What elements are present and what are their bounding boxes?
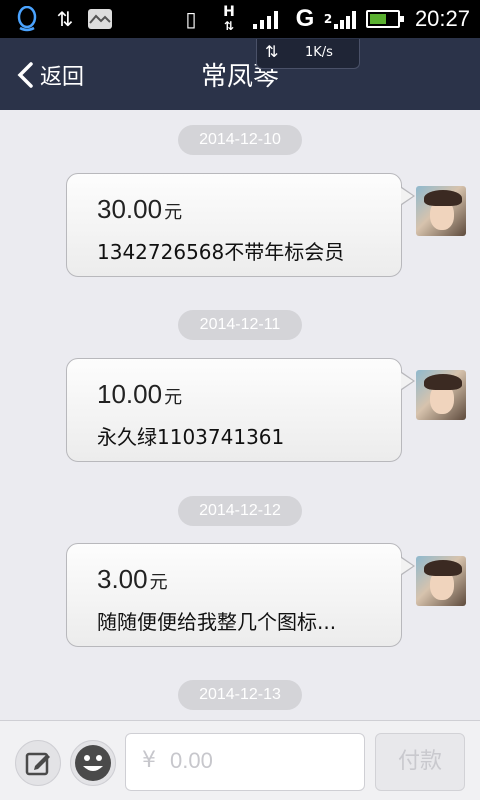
yen-icon: ¥ <box>142 748 156 773</box>
page-title: 常凤琴 <box>200 62 279 92</box>
network-speed-indicator: ⇅ 1K/s <box>256 39 360 69</box>
sim2-label: 2 <box>323 12 333 26</box>
avatar[interactable] <box>416 186 466 236</box>
date-separator: 2014-12-12 <box>178 496 302 526</box>
network-g-label: G <box>295 5 315 32</box>
payment-message-bubble[interactable]: 10.00 元 永久绿1103741361 <box>66 358 415 462</box>
payment-message-bubble[interactable]: 3.00 元 随随便便给我整几个图标... <box>66 543 415 647</box>
avatar[interactable] <box>416 370 466 420</box>
smiley-icon <box>75 745 111 781</box>
amount-value: 10.00 <box>97 379 163 409</box>
edit-note-button[interactable] <box>15 740 61 786</box>
image-notification-icon <box>86 6 114 32</box>
avatar[interactable] <box>416 556 466 606</box>
amount-placeholder: 0.00 <box>170 748 213 773</box>
amount-unit: 元 <box>164 202 183 222</box>
signal-strength-icon <box>250 6 284 32</box>
amount-unit: 元 <box>164 387 183 407</box>
payment-note: 随随便便给我整几个图标... <box>97 610 337 634</box>
speed-arrows-icon: ⇅ <box>265 42 279 61</box>
clock: 20:27 <box>414 6 470 31</box>
amount-value: 30.00 <box>97 194 163 224</box>
amount-value: 3.00 <box>97 564 148 594</box>
network-g-icon: G <box>292 5 318 32</box>
qq-penguin-icon <box>12 6 42 32</box>
title-bar: 返回 常凤琴 <box>0 38 480 110</box>
emoji-button[interactable] <box>70 740 116 786</box>
payment-amount: 30.00 元 <box>97 194 182 225</box>
payment-amount: 10.00 元 <box>97 379 182 410</box>
vibrate-icon: ▯ <box>185 7 197 31</box>
amount-unit: 元 <box>149 572 168 592</box>
payment-note: 永久绿1103741361 <box>97 425 285 449</box>
payment-input-bar: ¥ 0.00 付款 <box>0 720 480 800</box>
network-speed-text: 1K/s <box>305 45 333 60</box>
status-bar: ⇅ ▯ H ⇅ G 2 20:27 <box>0 0 480 38</box>
payment-amount: 3.00 元 <box>97 564 168 595</box>
network-h-icon: H ⇅ <box>223 4 235 33</box>
date-separator: 2014-12-10 <box>178 125 302 155</box>
battery-icon <box>366 10 404 28</box>
signal-strength-2-icon: 2 <box>322 6 362 32</box>
pay-button[interactable]: 付款 <box>375 733 465 791</box>
payment-note: 1342726568不带年标会员 <box>97 240 345 264</box>
date-separator: 2014-12-11 <box>178 310 302 340</box>
date-separator: 2014-12-13 <box>178 680 302 710</box>
amount-input[interactable]: ¥ 0.00 <box>125 733 365 791</box>
payment-message-bubble[interactable]: 30.00 元 1342726568不带年标会员 <box>66 173 415 277</box>
data-transfer-icon: ⇅ <box>56 7 74 31</box>
network-h-label: H <box>223 4 235 20</box>
edit-icon <box>25 752 50 776</box>
